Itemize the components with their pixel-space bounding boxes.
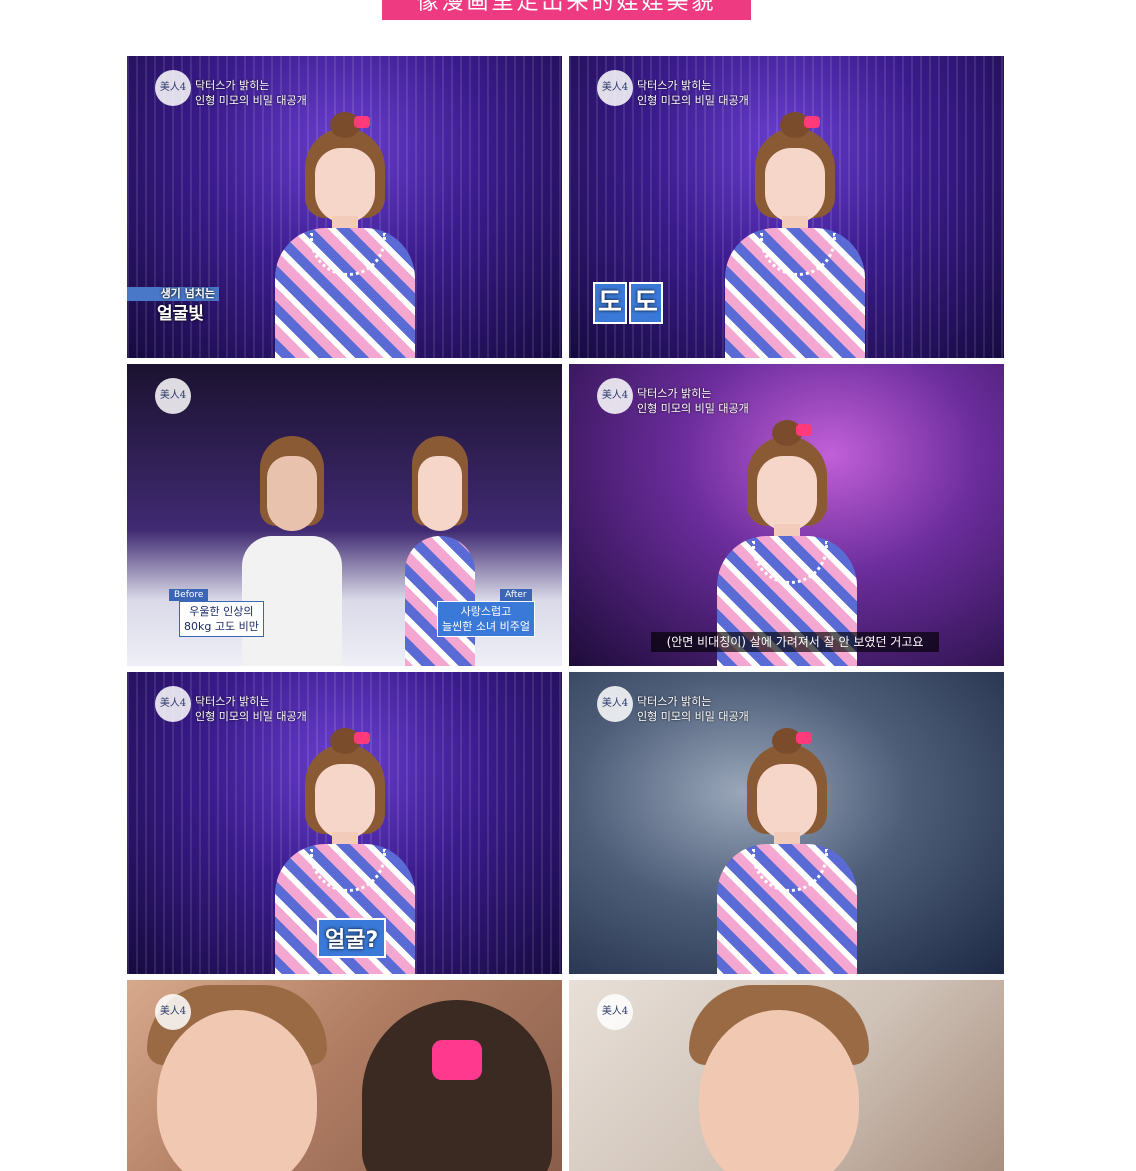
show-logo-text: 美人4 (159, 82, 187, 93)
title-banner: 像漫画里走出来的娃娃美貌 (382, 0, 751, 20)
show-logo-text: 美人4 (159, 390, 187, 401)
photo-gallery: 美人4 닥터스가 밝히는 인형 미모의 비밀 대공개 생기 넘치는 얼굴빛 美人… (127, 56, 1004, 1171)
title-banner-text: 像漫画里走出来的娃娃美貌 (416, 0, 717, 15)
before-caption-line-2: 80kg 고도 비만 (184, 620, 259, 633)
caption-line-2: 인형 미모의 비밀 대공개 (195, 710, 307, 723)
photo-panel-7: 美人4 (127, 980, 562, 1171)
show-logo-text: 美人4 (601, 82, 629, 93)
show-caption: 닥터스가 밝히는 인형 미모의 비밀 대공개 (637, 386, 749, 416)
caption-line-1: 닥터스가 밝히는 (637, 695, 712, 708)
show-logo-text: 美人4 (601, 698, 629, 709)
show-logo-text: 美人4 (601, 390, 629, 401)
caption-line-1: 닥터스가 밝히는 (195, 79, 270, 92)
photo-panel-6: 美人4 닥터스가 밝히는 인형 미모의 비밀 대공개 (569, 672, 1004, 974)
show-logo: 美人4 (597, 686, 633, 722)
photo-panel-3: 美人4 Before 우울한 인상의 80kg 고도 비만 After 사랑스럽… (127, 364, 562, 666)
child-figure (362, 1000, 552, 1171)
face-overlay-text: 얼굴? (317, 918, 387, 958)
lower-third-big: 얼굴빛 (157, 304, 204, 324)
after-caption: 사랑스럽고 늘씬한 소녀 비주얼 (437, 601, 535, 637)
after-caption-line-1: 사랑스럽고 (460, 605, 512, 618)
show-logo: 美人4 (597, 70, 633, 106)
caption-line-1: 닥터스가 밝히는 (637, 387, 712, 400)
before-caption: 우울한 인상의 80kg 고도 비만 (179, 601, 264, 637)
show-caption: 닥터스가 밝히는 인형 미모의 비밀 대공개 (637, 694, 749, 724)
show-caption: 닥터스가 밝히는 인형 미모의 비밀 대공개 (195, 694, 307, 724)
photo-panel-1: 美人4 닥터스가 밝히는 인형 미모의 비밀 대공개 생기 넘치는 얼굴빛 (127, 56, 562, 358)
show-logo: 美人4 (155, 378, 191, 414)
woman-figure (270, 108, 420, 358)
photo-panel-4: 美人4 닥터스가 밝히는 인형 미모의 비밀 대공개 (안면 비대칭이) 살에 … (569, 364, 1004, 666)
show-logo-text: 美人4 (159, 698, 187, 709)
photo-panel-5: 美人4 닥터스가 밝히는 인형 미모의 비밀 대공개 얼굴? (127, 672, 562, 974)
before-caption-line-1: 우울한 인상의 (189, 605, 254, 618)
show-logo: 美人4 (155, 994, 191, 1030)
show-logo: 美人4 (155, 70, 191, 106)
pink-bow (432, 1040, 482, 1080)
caption-line-2: 인형 미모의 비밀 대공개 (637, 710, 749, 723)
caption-line-1: 닥터스가 밝히는 (195, 695, 270, 708)
woman-figure (712, 416, 862, 666)
name-tag-char-1: 도 (593, 282, 627, 324)
caption-line-2: 인형 미모의 비밀 대공개 (637, 402, 749, 415)
photo-panel-8: 美人4 (569, 980, 1004, 1171)
caption-line-1: 닥터스가 밝히는 (637, 79, 712, 92)
show-logo: 美人4 (597, 378, 633, 414)
show-logo-text: 美人4 (159, 1006, 187, 1017)
after-caption-line-2: 늘씬한 소녀 비주얼 (442, 620, 530, 633)
lower-third-small: 생기 넘치는 (127, 287, 219, 301)
show-caption: 닥터스가 밝히는 인형 미모의 비밀 대공개 (637, 78, 749, 108)
woman-figure (712, 724, 862, 974)
show-logo-text: 美人4 (601, 1006, 629, 1017)
photo-panel-2: 美人4 닥터스가 밝히는 인형 미모의 비밀 대공개 도 도 (569, 56, 1004, 358)
caption-line-2: 인형 미모의 비밀 대공개 (195, 94, 307, 107)
name-tag: 도 도 (593, 282, 663, 324)
before-label: Before (169, 589, 209, 601)
show-logo: 美人4 (597, 994, 633, 1030)
subtitle: (안면 비대칭이) 살에 가려져서 잘 안 보였던 거고요 (651, 632, 939, 652)
woman-profile-figure (720, 108, 870, 358)
after-label: After (500, 589, 532, 601)
caption-line-2: 인형 미모의 비밀 대공개 (637, 94, 749, 107)
name-tag-char-2: 도 (629, 282, 663, 324)
show-logo: 美人4 (155, 686, 191, 722)
show-caption: 닥터스가 밝히는 인형 미모의 비밀 대공개 (195, 78, 307, 108)
